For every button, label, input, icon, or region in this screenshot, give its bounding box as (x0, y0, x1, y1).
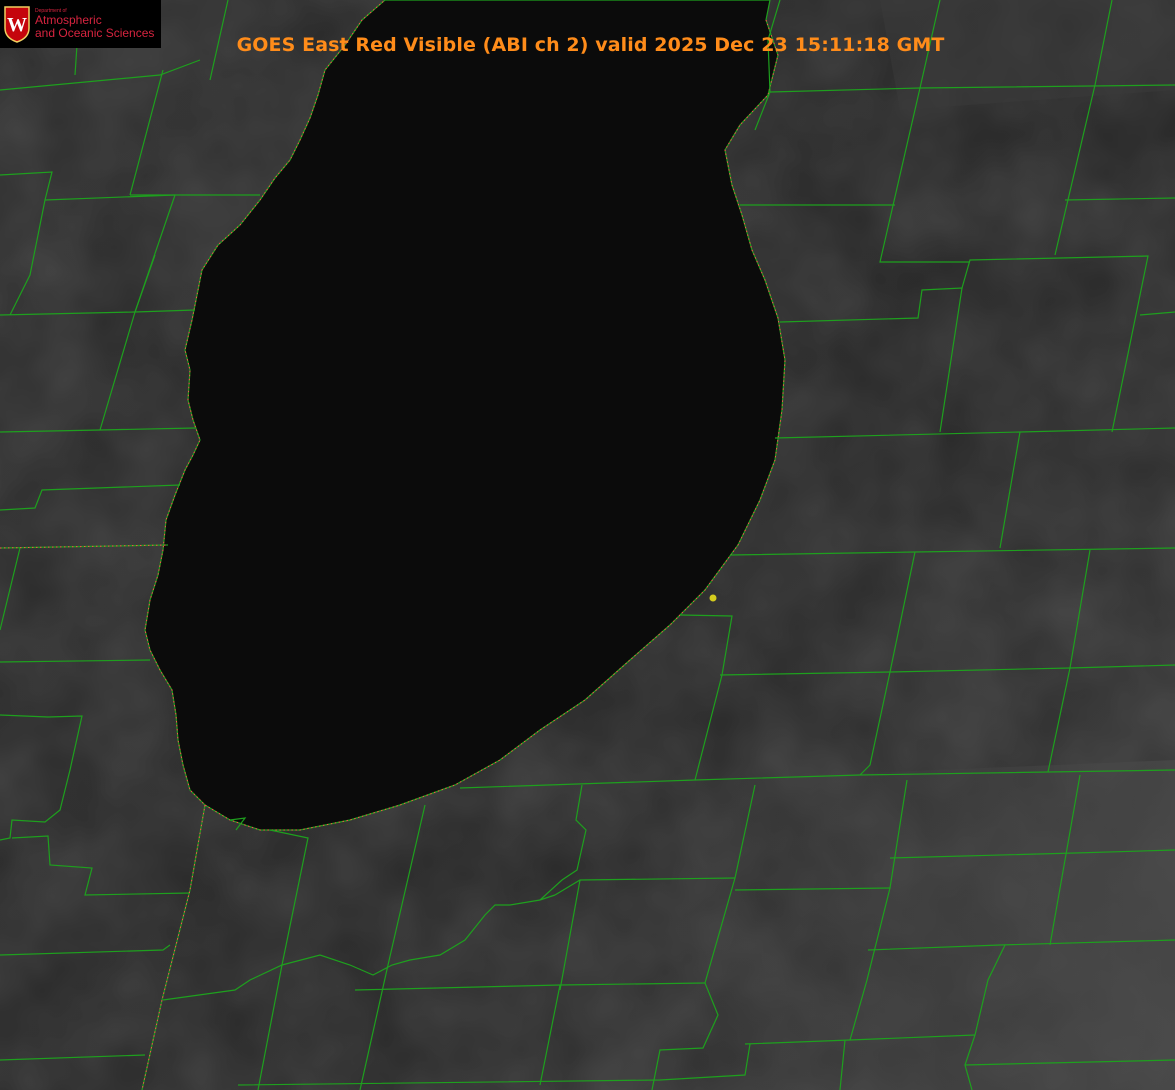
station-marker (709, 594, 717, 602)
logo-line-2: and Oceanic Sciences (35, 25, 155, 40)
satellite-map: W Department of Atmospheric and Oceanic … (0, 0, 1175, 1090)
map-canvas (0, 0, 1175, 1090)
uw-crest-icon: W (4, 6, 30, 43)
crest-letter: W (7, 14, 27, 36)
uw-aos-logo: W Department of Atmospheric and Oceanic … (0, 0, 161, 48)
logo-line-1: Atmospheric (35, 13, 102, 28)
cloud-band (650, 760, 1175, 1090)
